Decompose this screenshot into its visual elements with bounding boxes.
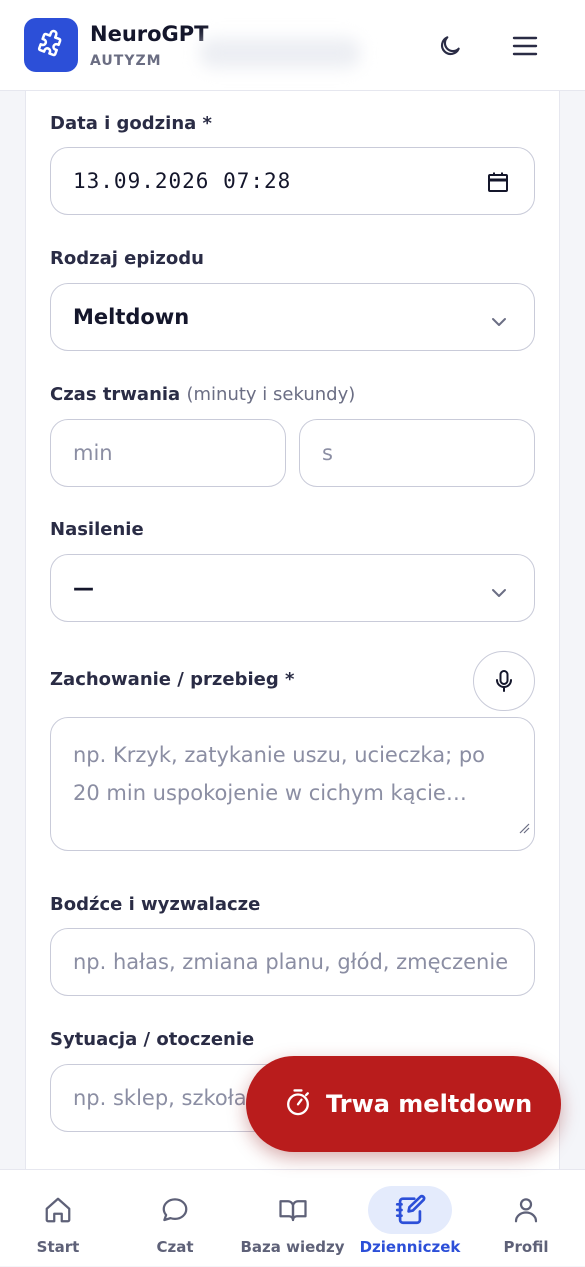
seconds-placeholder: s — [322, 441, 333, 465]
episode-type-label: Rodzaj epizodu — [50, 248, 204, 269]
behavior-textarea[interactable]: np. Krzyk, zatykanie uszu, ucieczka; po … — [50, 717, 535, 851]
nav-item-start[interactable]: Start — [16, 1170, 100, 1267]
chat-bubble-icon — [133, 1186, 217, 1234]
bottom-navigation: Start Czat Baza wiedzy Dzienniczek Profi… — [0, 1169, 585, 1266]
puzzle-icon[interactable] — [24, 18, 78, 72]
nav-item-czat[interactable]: Czat — [133, 1170, 217, 1267]
nav-label-profil: Profil — [503, 1238, 549, 1256]
datetime-value: 13.09.2026 07:28 — [73, 169, 292, 193]
datetime-label: Data i godzina * — [50, 113, 212, 134]
nav-label-start: Start — [36, 1238, 80, 1256]
nav-item-profil[interactable]: Profil — [484, 1170, 568, 1267]
triggers-input[interactable]: np. hałas, zmiana planu, głód, zmęczenie — [50, 928, 535, 996]
app-title: NeuroGPT — [90, 22, 209, 46]
duration-hint: (minuty i sekundy) — [186, 384, 356, 405]
nav-label-baza-wiedzy: Baza wiedzy — [240, 1238, 345, 1256]
nav-label-dzienniczek: Dzienniczek — [359, 1238, 461, 1256]
intensity-label: Nasilenie — [50, 519, 144, 540]
triggers-label: Bodźce i wyzwalacze — [50, 894, 261, 915]
nav-label-czat: Czat — [156, 1238, 194, 1256]
behavior-label: Zachowanie / przebieg * — [50, 669, 295, 690]
episode-type-value: Meltdown — [73, 305, 190, 329]
nav-item-baza-wiedzy[interactable]: Baza wiedzy — [240, 1170, 345, 1267]
behavior-placeholder: np. Krzyk, zatykanie uszu, ucieczka; po … — [73, 743, 486, 805]
meltdown-button-label: Trwa meltdown — [326, 1090, 533, 1118]
book-icon — [251, 1186, 335, 1234]
hamburger-menu-icon[interactable] — [503, 24, 547, 68]
app-header: NeuroGPT AUTYZM — [0, 0, 585, 91]
situation-label: Sytuacja / otoczenie — [50, 1029, 255, 1050]
blurred-content — [200, 38, 360, 68]
journal-edit-icon — [368, 1186, 452, 1234]
user-icon — [484, 1186, 568, 1234]
home-icon — [16, 1186, 100, 1234]
intensity-select[interactable]: — — [50, 554, 535, 622]
chevron-down-icon — [490, 310, 508, 334]
triggers-placeholder: np. hałas, zmiana planu, głód, zmęczenie — [73, 950, 509, 974]
episode-type-select[interactable]: Meltdown — [50, 283, 535, 351]
microphone-icon[interactable] — [473, 651, 535, 711]
nav-item-dzienniczek[interactable]: Dzienniczek — [360, 1170, 460, 1267]
duration-minutes-input[interactable]: min — [50, 419, 286, 487]
calendar-icon[interactable] — [486, 170, 510, 199]
app-subtitle: AUTYZM — [90, 53, 162, 69]
datetime-input[interactable]: 13.09.2026 07:28 — [50, 147, 535, 215]
meltdown-active-button[interactable]: Trwa meltdown — [246, 1056, 561, 1152]
minutes-placeholder: min — [73, 441, 113, 465]
resize-handle-icon[interactable] — [518, 808, 530, 846]
stopwatch-icon — [284, 1087, 312, 1121]
duration-seconds-input[interactable]: s — [299, 419, 535, 487]
moon-icon[interactable] — [428, 24, 472, 68]
duration-label: Czas trwania (minuty i sekundy) — [50, 384, 356, 405]
chevron-down-icon — [490, 581, 508, 605]
intensity-value: — — [73, 576, 94, 600]
